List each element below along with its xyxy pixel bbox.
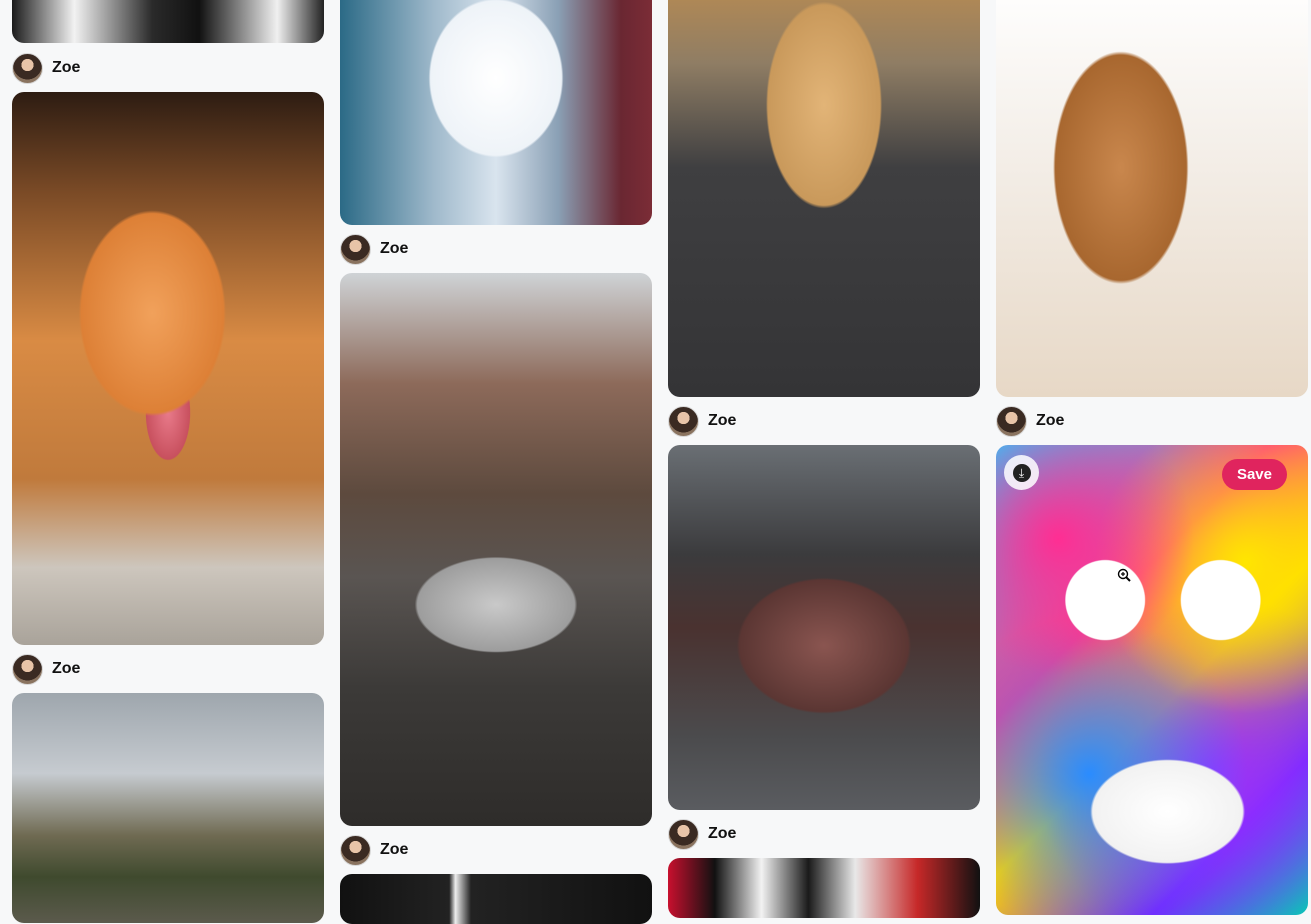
download-button[interactable]: ⤓ [1004,455,1039,490]
author-name: Zoe [52,660,81,677]
author-name: Zoe [380,841,409,858]
pin-author[interactable]: Zoe [340,233,408,265]
avatar [668,818,699,850]
avatar [996,405,1027,437]
pin-image-dark-bottom[interactable] [340,874,652,924]
zoom-in-cursor-icon [1117,568,1131,582]
avatar [12,653,43,685]
pin-image-puppy-headphones[interactable] [996,0,1308,397]
pin-image-stickers[interactable] [668,858,980,918]
avatar [668,405,699,437]
avatar [340,233,371,265]
pin-author[interactable]: Zoe [12,52,80,84]
pin-author[interactable]: Zoe [12,653,80,685]
author-name: Zoe [1036,412,1065,429]
author-name: Zoe [708,412,737,429]
pin-image-graffiti[interactable]: ⤓ Save [996,445,1308,915]
download-icon: ⤓ [1012,463,1031,482]
pin-image-top-col1[interactable] [12,0,324,43]
pin-image-sports-car[interactable] [340,273,652,826]
pin-author[interactable]: Zoe [668,818,736,850]
pin-image-trees[interactable] [12,693,324,923]
pin-image-golden-puppy[interactable] [668,0,980,397]
pin-image-white-kitten[interactable] [340,0,652,225]
avatar [340,834,371,866]
author-name: Zoe [380,240,409,257]
author-name: Zoe [52,59,81,76]
pin-author[interactable]: Zoe [996,405,1064,437]
pin-image-kitten[interactable] [12,92,324,645]
save-button[interactable]: Save [1221,459,1287,490]
pin-author[interactable]: Zoe [340,834,408,866]
author-name: Zoe [708,825,737,842]
pin-image-pink-suv[interactable] [668,445,980,810]
avatar [12,52,43,84]
pin-author[interactable]: Zoe [668,405,736,437]
